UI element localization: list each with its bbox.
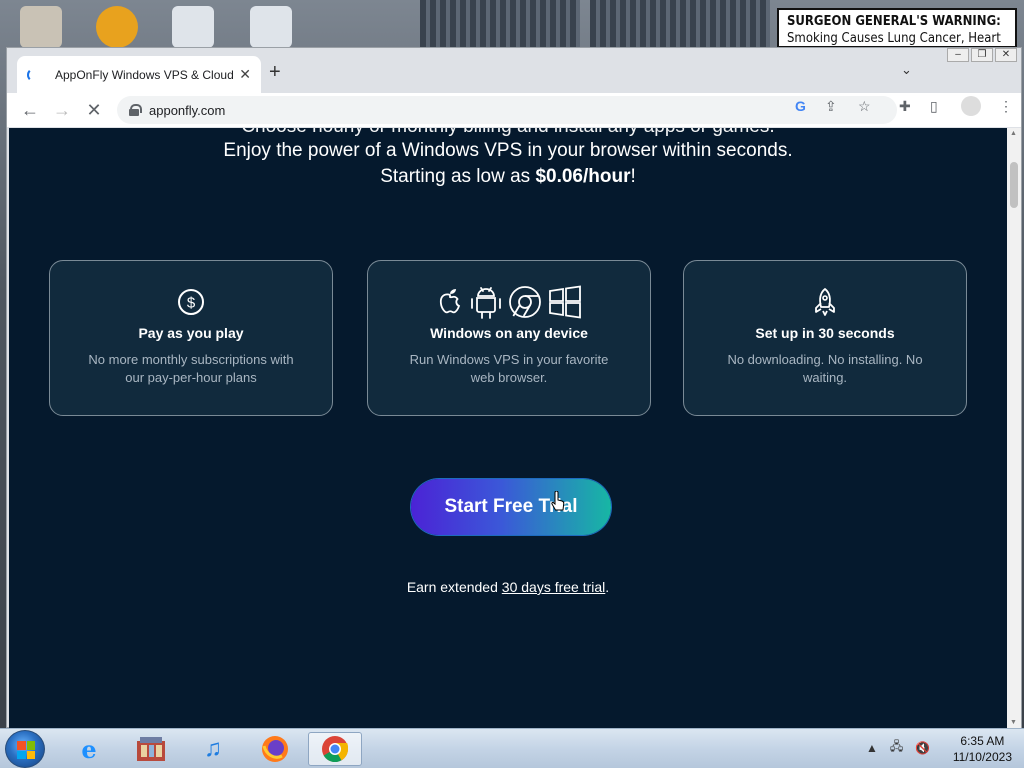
scroll-down-icon[interactable]: ▼: [1010, 719, 1017, 726]
feature-title: Windows on any device: [430, 325, 588, 341]
intro-line-1: Choose hourly or monthly billing and ins…: [9, 128, 1007, 138]
feature-card-pay-as-you-play: $ Pay as you play No more monthly subscr…: [49, 260, 333, 416]
feature-description: No more monthly subscriptions with our p…: [88, 352, 294, 385]
close-tab-icon[interactable]: ✕: [239, 66, 251, 83]
feature-card-windows-on-any-device: Windows on any device Run Windows VPS in…: [367, 260, 651, 416]
browser-tab[interactable]: AppOnFly Windows VPS & Cloud ✕: [17, 56, 261, 93]
extensions-icon[interactable]: ✚: [899, 98, 911, 115]
system-tray: ▲ 🖧 🔇: [866, 737, 930, 758]
intro-price: $0.06/hour: [535, 166, 631, 187]
desktop-icon[interactable]: [96, 6, 138, 48]
feature-description: Run Windows VPS in your favorite web bro…: [409, 352, 609, 385]
stop-loading-icon[interactable]: ✕: [81, 97, 107, 123]
warning-text: Smoking Causes Lung Cancer, Heart Diseas…: [787, 31, 1001, 46]
scrollbar-thumb[interactable]: [1010, 162, 1018, 208]
show-hidden-icons-icon[interactable]: ▲: [866, 741, 878, 755]
google-icon[interactable]: G: [795, 98, 806, 114]
desktop-icon[interactable]: [250, 6, 292, 48]
media-library-icon[interactable]: [124, 732, 178, 766]
page-scrollbar[interactable]: ▲ ▼: [1007, 128, 1021, 728]
browser-toolbar: ← → ✕ apponfly.com G ⇪ ☆ ✚ ▯ ⋮: [7, 93, 1021, 127]
desktop-icon[interactable]: [20, 6, 62, 48]
android-icon: [471, 287, 501, 319]
window-controls: – ❐ ✕: [947, 48, 1017, 62]
platform-icons: [368, 283, 650, 321]
menu-kebab-icon[interactable]: ⋮: [999, 98, 1013, 115]
minimize-icon[interactable]: –: [947, 48, 969, 62]
close-window-icon[interactable]: ✕: [995, 48, 1017, 62]
clock-date: 11/10/2023: [952, 750, 1012, 764]
feature-title: Pay as you play: [138, 325, 244, 341]
feature-card-set-up-in-30-seconds: Set up in 30 seconds No downloading. No …: [683, 260, 967, 416]
forward-icon[interactable]: →: [49, 97, 75, 123]
loading-spinner-icon: [27, 67, 41, 82]
windows-logo-icon: [17, 741, 35, 759]
earn-text-prefix: Earn extended: [406, 579, 502, 595]
bookmark-star-icon[interactable]: ☆: [858, 98, 871, 115]
restore-icon[interactable]: ❐: [971, 48, 993, 62]
warning-title: SURGEON GENERAL'S WARNING:: [787, 14, 1001, 29]
internet-explorer-icon[interactable]: e: [62, 732, 116, 766]
browser-window: AppOnFly Windows VPS & Cloud ✕ + ⌄ – ❐ ✕…: [6, 47, 1022, 728]
side-panel-icon[interactable]: ▯: [930, 98, 938, 115]
building-graphic: [420, 0, 580, 47]
music-player-icon[interactable]: ♫: [186, 732, 240, 766]
desktop-icon[interactable]: [172, 6, 214, 48]
intro-price-suffix: !: [630, 166, 636, 187]
rocket-icon: [684, 283, 966, 321]
chrome-taskbar-icon[interactable]: [308, 732, 362, 766]
surgeon-general-warning: SURGEON GENERAL'S WARNING: Smoking Cause…: [777, 8, 1017, 48]
taskbar-clock[interactable]: 6:35 AM 11/10/2023: [953, 733, 1012, 765]
new-tab-icon[interactable]: +: [269, 61, 281, 84]
tab-search-chevron-icon[interactable]: ⌄: [901, 62, 912, 78]
windows-icon: [549, 285, 581, 319]
back-icon[interactable]: ←: [17, 97, 43, 123]
feature-description: No downloading. No installing. No waitin…: [727, 352, 923, 385]
tab-strip: AppOnFly Windows VPS & Cloud ✕ + ⌄ – ❐ ✕: [7, 48, 1021, 93]
network-icon[interactable]: 🖧: [890, 737, 903, 758]
feature-title: Set up in 30 seconds: [755, 325, 895, 341]
intro-line-2: Enjoy the power of a Windows VPS in your…: [223, 140, 793, 161]
clock-time: 6:35 AM: [960, 734, 1005, 748]
building-graphic: [590, 0, 770, 47]
scroll-up-icon[interactable]: ▲: [1010, 130, 1017, 137]
url-text[interactable]: apponfly.com: [149, 103, 225, 118]
earn-text-suffix: .: [605, 579, 610, 595]
firefox-icon[interactable]: [248, 732, 302, 766]
apple-icon: [439, 289, 461, 314]
web-page: Choose hourly or monthly billing and ins…: [9, 128, 1007, 728]
hand-cursor-icon: [551, 491, 565, 511]
dollar-circle-icon: $: [50, 283, 332, 321]
lock-icon[interactable]: [129, 104, 142, 116]
chrome-icon: [509, 286, 541, 318]
thirty-days-trial-link[interactable]: 30 days free trial: [502, 579, 606, 595]
intro-line-3: Starting as low as $0.06/hour!: [9, 166, 1007, 188]
share-icon[interactable]: ⇪: [825, 98, 837, 115]
tab-title: AppOnFly Windows VPS & Cloud: [55, 67, 234, 82]
start-button[interactable]: [5, 730, 45, 768]
volume-muted-icon[interactable]: 🔇: [915, 741, 930, 755]
intro-price-prefix: Starting as low as: [380, 166, 536, 187]
windows-taskbar: e ♫ ▲ 🖧 🔇 6:35 AM 11/10/2023: [0, 728, 1024, 768]
start-free-trial-button[interactable]: Start Free Trial: [411, 479, 611, 535]
svg-text:$: $: [187, 295, 196, 312]
address-bar[interactable]: apponfly.com: [117, 96, 897, 124]
extended-trial-note: Earn extended 30 days free trial.: [9, 579, 1007, 595]
profile-avatar-icon[interactable]: [961, 96, 981, 116]
